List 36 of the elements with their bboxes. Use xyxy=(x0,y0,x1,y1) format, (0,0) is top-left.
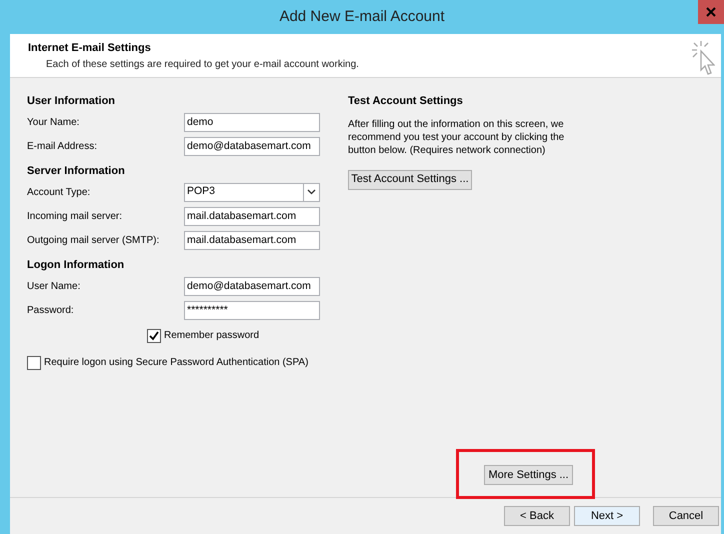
wizard-button[interactable]: Next > xyxy=(574,506,640,526)
checkbox-label: Remember password xyxy=(164,329,260,343)
text-field[interactable]: mail.databasemart.com xyxy=(184,206,320,226)
test-account-settings-button[interactable]: Test Account Settings ... xyxy=(348,170,472,190)
field-label: Incoming mail server: xyxy=(27,210,122,224)
text-field[interactable]: demo@databasemart.com xyxy=(184,276,320,296)
checkbox[interactable] xyxy=(27,356,41,370)
dropdown-value: POP3 xyxy=(187,184,216,200)
password-field[interactable]: ********** xyxy=(184,300,320,320)
section-heading: Logon Information xyxy=(27,258,126,273)
text-field[interactable]: demo@databasemart.com xyxy=(184,136,320,156)
account-type-dropdown[interactable]: POP3 xyxy=(184,182,320,202)
field-label: Password: xyxy=(27,304,74,318)
section-heading: Server Information xyxy=(27,164,126,179)
section-heading: Test Account Settings xyxy=(348,94,464,109)
checkbox-label: Require logon using Secure Password Authentication (SPA) xyxy=(44,356,308,370)
text-field[interactable]: demo xyxy=(184,112,320,132)
more-settings-button[interactable]: More Settings ... xyxy=(484,465,573,485)
window-title: Add New E-mail Account xyxy=(279,6,445,27)
header-title: Internet E-mail Settings xyxy=(28,41,152,56)
test-description: After filling out the information on this screen, we recommend you test your account by clicking the button below. (Requires network connection) xyxy=(348,118,566,156)
wizard-button[interactable]: < Back xyxy=(504,506,570,526)
wizard-button[interactable]: Cancel xyxy=(653,506,719,526)
header-subtitle: Each of these settings are required to get your e-mail account working. xyxy=(45,58,359,72)
text-field[interactable]: mail.databasemart.com xyxy=(184,230,320,250)
section-heading: User Information xyxy=(27,94,116,109)
checkbox[interactable] xyxy=(147,328,161,342)
field-label: E-mail Address: xyxy=(27,140,98,154)
field-label: Outgoing mail server (SMTP): xyxy=(27,234,160,248)
close-button[interactable] xyxy=(698,0,724,24)
field-label: User Name: xyxy=(27,280,80,294)
checkmark-icon xyxy=(149,330,159,340)
close-icon xyxy=(706,7,716,17)
chevron-down-icon xyxy=(307,189,316,195)
field-label: Account Type: xyxy=(27,186,90,200)
field-label: Your Name: xyxy=(27,116,80,130)
